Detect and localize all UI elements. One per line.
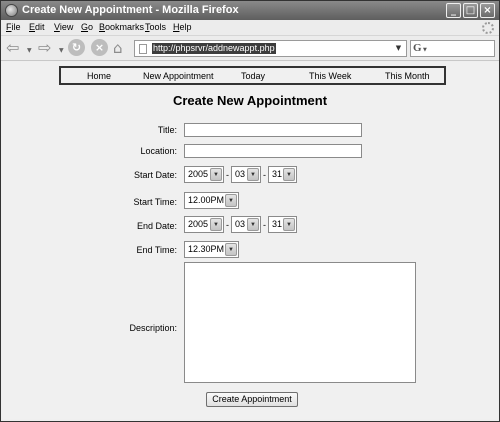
description-label: Description: [129,323,177,333]
menu-tools[interactable]: Tools [145,22,166,32]
date-separator: - [263,220,266,230]
start-month-value: 03 [235,169,246,179]
page-content: Home New Appointment Today This Week Thi… [2,62,498,419]
firefox-icon [5,4,18,17]
chevron-down-icon[interactable]: ▼ [210,218,222,231]
search-engine-icon[interactable]: G [413,42,422,54]
end-year-select[interactable]: 2005 ▼ [184,216,224,233]
forward-icon[interactable]: ⇨ [38,39,51,57]
menu-edit[interactable]: Edit [29,22,45,32]
menu-help[interactable]: Help [173,22,192,32]
chevron-down-icon[interactable]: ▼ [247,168,259,181]
end-month-select[interactable]: 03 ▼ [231,216,261,233]
start-year-value: 2005 [188,169,209,179]
start-date-label: Start Date: [133,170,177,180]
end-year-value: 2005 [188,219,209,229]
start-day-value: 31 [272,169,283,179]
start-month-select[interactable]: 03 ▼ [231,166,261,183]
menu-bar: File Edit View Go Bookmarks Tools Help [1,20,499,36]
page-icon [139,44,147,54]
chevron-down-icon[interactable]: ▼ [392,42,405,55]
window-title: Create New Appointment - Mozilla Firefox [22,4,239,16]
chevron-down-icon[interactable]: ▼ [283,218,295,231]
nav-link-home[interactable]: Home [87,71,111,81]
description-textarea[interactable] [184,262,416,383]
forward-history-dropdown-icon[interactable]: ▼ [59,47,64,54]
nav-link-this-month[interactable]: This Month [385,71,430,81]
address-bar[interactable]: http://phpsrvr/addnewappt.php ▼ [134,40,407,57]
date-separator: - [226,220,229,230]
title-input[interactable] [184,123,362,137]
address-url[interactable]: http://phpsrvr/addnewappt.php [152,43,276,54]
home-icon[interactable]: ⌂ [113,39,123,57]
search-box[interactable]: G ▼ [410,40,495,57]
stop-icon[interactable]: × [91,39,108,56]
nav-link-today[interactable]: Today [241,71,265,81]
menu-view[interactable]: View [54,22,73,32]
menu-file[interactable]: File [6,22,21,32]
end-day-select[interactable]: 31 ▼ [268,216,297,233]
title-bar: Create New Appointment - Mozilla Firefox… [1,1,499,20]
chevron-down-icon[interactable]: ▼ [225,194,237,207]
date-separator: - [263,170,266,180]
throbber-icon [482,22,494,34]
back-history-dropdown-icon[interactable]: ▼ [27,47,32,54]
maximize-button[interactable]: □ [463,3,478,18]
menu-bookmarks[interactable]: Bookmarks [99,22,144,32]
location-label: Location: [140,146,177,156]
chevron-down-icon[interactable]: ▼ [283,168,295,181]
title-label: Title: [157,125,177,135]
start-time-value: 12.00PM [188,195,225,205]
search-engine-dropdown-icon[interactable]: ▼ [423,47,427,53]
reload-icon[interactable]: ↻ [68,39,85,56]
nav-link-new-appointment[interactable]: New Appointment [143,71,214,81]
browser-window: Create New Appointment - Mozilla Firefox… [0,0,500,422]
start-day-select[interactable]: 31 ▼ [268,166,297,183]
chevron-down-icon[interactable]: ▼ [247,218,259,231]
close-button[interactable]: × [480,3,495,18]
end-time-select[interactable]: 12.30PM ▼ [184,241,239,258]
date-separator: - [226,170,229,180]
end-day-value: 31 [272,219,283,229]
end-time-value: 12.30PM [188,244,225,254]
minimize-button[interactable]: _ [446,3,461,18]
end-date-label: End Date: [136,221,177,231]
navigation-toolbar: ⇦ ▼ ⇨ ▼ ↻ × ⌂ http://phpsrvr/addnewappt.… [1,36,499,61]
end-month-value: 03 [235,219,246,229]
chevron-down-icon[interactable]: ▼ [225,243,237,256]
start-time-label: Start Time: [133,197,177,207]
menu-go[interactable]: Go [81,22,93,32]
start-time-select[interactable]: 12.00PM ▼ [184,192,239,209]
location-input[interactable] [184,144,362,158]
app-navigation: Home New Appointment Today This Week Thi… [59,66,446,85]
page-title: Create New Appointment [172,93,328,108]
start-year-select[interactable]: 2005 ▼ [184,166,224,183]
back-icon[interactable]: ⇦ [6,39,19,57]
create-appointment-button[interactable]: Create Appointment [206,392,298,407]
end-time-label: End Time: [136,245,177,255]
chevron-down-icon[interactable]: ▼ [210,168,222,181]
nav-link-this-week[interactable]: This Week [309,71,351,81]
